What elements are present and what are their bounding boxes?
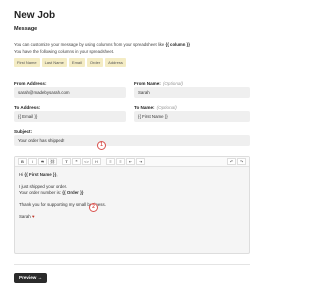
to-name-optional: (Optional) — [156, 105, 177, 110]
subject-label: Subject: — [14, 129, 33, 134]
outdent-button[interactable]: ⇤ — [126, 158, 135, 165]
to-address-group: To Address: {{ Email }} — [14, 104, 126, 122]
intro-line2: You have the following columns in your s… — [14, 49, 115, 54]
signature-name: Sarah — [19, 214, 31, 219]
column-token: {{ column }} — [165, 42, 190, 47]
bullet-list-button[interactable]: ≡ — [106, 158, 115, 165]
subject-group: Subject: Your order has shipped! — [14, 128, 250, 146]
text-size-button[interactable]: T — [62, 158, 71, 165]
to-name-label-text: To Name: — [134, 105, 155, 110]
to-row: To Address: {{ Email }} To Name: (Optiona… — [14, 104, 250, 122]
to-name-label: To Name: (Optional) — [134, 104, 250, 111]
editor-content[interactable]: Hi {{ First Name }}, I just shipped your… — [15, 167, 249, 225]
section-title: Message — [14, 26, 38, 32]
subject-input[interactable]: Your order has shipped! — [14, 135, 250, 146]
to-name-input[interactable]: {{ First Name }} — [134, 111, 250, 122]
footer-divider — [14, 264, 250, 265]
from-name-optional: (Optional) — [162, 81, 183, 86]
column-chip-order[interactable]: Order — [86, 58, 104, 67]
from-name-input[interactable]: Sarah — [134, 87, 250, 98]
column-chip-first-name[interactable]: First Name — [14, 58, 40, 67]
column-chip-email[interactable]: Email — [68, 58, 85, 67]
code-button[interactable]: <> — [82, 158, 91, 165]
from-name-group: From Name: (Optional) Sarah — [134, 80, 250, 98]
link-icon[interactable]: ⛓ — [48, 158, 57, 165]
strikethrough-button[interactable]: S — [38, 158, 47, 165]
to-address-input[interactable]: {{ Email }} — [14, 111, 126, 122]
page-title: New Job — [14, 10, 56, 21]
intro-line1: You can customize your message by using … — [14, 42, 165, 47]
preview-button[interactable]: Preview → — [14, 273, 48, 283]
message-editor[interactable]: B I S ⛓ T ❝ <> H ≡ ≡ ⇤ ⇥ ↶ ↷ Hi {{ First… — [14, 156, 250, 254]
column-chip-address[interactable]: Address — [105, 58, 126, 67]
italic-button[interactable]: I — [28, 158, 37, 165]
job-form: New Job Message You can customize your m… — [14, 10, 250, 254]
to-name-group: To Name: (Optional) {{ First Name }} — [134, 104, 250, 122]
editor-toolbar: B I S ⛓ T ❝ <> H ≡ ≡ ⇤ ⇥ ↶ ↷ — [15, 157, 249, 167]
annotation-badge-2: 2 — [89, 203, 98, 212]
from-address-group: From Address: sarah@madebysarah.com — [14, 80, 126, 98]
from-name-label: From Name: (Optional) — [134, 80, 250, 87]
column-chips: First Name Last Name Email Order Address — [14, 58, 250, 67]
column-chip-last-name[interactable]: Last Name — [41, 58, 67, 67]
quote-button[interactable]: ❝ — [72, 158, 81, 165]
undo-icon[interactable]: ↶ — [227, 158, 236, 165]
indent-button[interactable]: ⇥ — [136, 158, 145, 165]
order-line-text: Your order number is: {{ Order }} — [19, 190, 84, 195]
heart-icon: ♥ — [31, 214, 35, 219]
annotation-badge-1: 1 — [97, 141, 106, 150]
from-name-label-text: From Name: — [134, 81, 161, 86]
intro-text: You can customize your message by using … — [14, 41, 250, 55]
to-address-label: To Address: — [14, 105, 41, 110]
redo-icon[interactable]: ↷ — [237, 158, 246, 165]
number-list-button[interactable]: ≡ — [116, 158, 125, 165]
heading-button[interactable]: H — [92, 158, 101, 165]
bold-button[interactable]: B — [18, 158, 27, 165]
from-address-label: From Address: — [14, 81, 47, 86]
message-line-signature: Sarah ♥ — [19, 214, 245, 220]
from-address-input[interactable]: sarah@madebysarah.com — [14, 87, 126, 98]
from-row: From Address: sarah@madebysarah.com From… — [14, 80, 250, 98]
